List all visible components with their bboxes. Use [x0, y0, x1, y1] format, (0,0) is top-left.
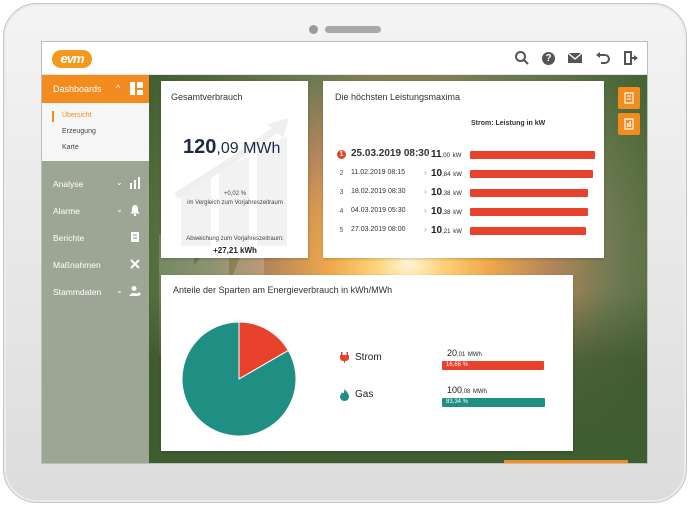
legend-gas: Gas [355, 389, 374, 400]
sidebar-item-label: Maßnahmen [53, 260, 101, 270]
sidebar-item-label: Stammdaten [53, 287, 102, 297]
sidebar-item-label: Dashboards [53, 84, 102, 94]
max-date: 18.02.2019 08:30 [351, 188, 406, 195]
maxima-row[interactable]: 2 11.02.2019 08:15 › 10,84 kW [335, 164, 603, 182]
rank-badge: 5 [339, 227, 344, 234]
strom-value: 20,01 MWh [447, 348, 482, 358]
deviation-label: Abweichung zum Vorjahreszeitraum: [186, 236, 284, 242]
max-value-bar [470, 189, 588, 197]
max-value: 10,38 kW [431, 187, 462, 198]
bell-icon [130, 205, 140, 216]
chevron-down-icon: ⌄ [116, 286, 123, 295]
maxima-row[interactable]: 5 27.03.2019 08:00 › 10,21 kW [335, 221, 603, 239]
chevron-down-icon: ⌄ [116, 205, 123, 214]
app-screen: evm ? Dashboards ^ Übersicht Erzeugung K… [41, 41, 648, 464]
strom-share-bar: 16,66 % [442, 361, 544, 370]
evm-logo[interactable]: evm [52, 50, 92, 68]
document-icon[interactable] [618, 87, 640, 109]
max-value-bar [470, 170, 594, 178]
change-text: im Vergleich zum Vorjahreszeitraum [187, 200, 283, 206]
anteile-card: Anteile der Sparten am Energieverbrauch … [161, 275, 573, 451]
chevron-down-icon: ⌄ [116, 178, 123, 187]
sidebar-item-berichte[interactable]: Berichte [42, 225, 149, 251]
column-header: Strom: Leistung in kW [471, 120, 546, 127]
max-value: 11,00 kW [431, 149, 462, 160]
sidebar-item-label: Berichte [53, 233, 85, 243]
dashboard-grid-icon [130, 82, 143, 95]
top-bar: evm ? [42, 42, 647, 75]
chevron-right-icon: › [424, 225, 427, 234]
sidebar-subitem-uebersicht[interactable]: Übersicht [62, 112, 92, 119]
legend-strom: Strom [355, 352, 382, 363]
sidebar-item-massnahmen[interactable]: Maßnahmen [42, 252, 149, 278]
top-toolbar: ? [514, 50, 639, 66]
search-icon[interactable] [514, 50, 530, 66]
rank-badge: 3 [339, 189, 344, 196]
dashboards-submenu: Übersicht Erzeugung Karte [42, 103, 149, 161]
max-date: 11.02.2019 08:15 [351, 169, 405, 176]
mail-icon[interactable] [567, 50, 583, 66]
sidebar-item-label: Analyse [53, 179, 84, 189]
gas-value: 100,08 MWh [447, 385, 487, 395]
max-value-bar [470, 208, 588, 216]
rank-badge: 1 [337, 150, 346, 159]
undo-icon[interactable] [595, 50, 611, 66]
camera-icon [309, 25, 318, 34]
leistungsmaxima-card: Die höchsten Leistungsmaxima Strom: Leis… [323, 81, 604, 258]
card-title: Gesamtverbrauch [171, 92, 243, 102]
card-title: Anteile der Sparten am Energieverbrauch … [173, 285, 393, 295]
max-date: 25.03.2019 08:30 [351, 148, 430, 159]
deviation-value: +27,21 kWh [213, 246, 257, 255]
chevron-up-icon: ^ [116, 83, 121, 93]
gas-share-bar: 83,34 % [442, 398, 545, 407]
sidebar-item-stammdaten[interactable]: Stammdaten ⌄ [42, 279, 149, 305]
maxima-row[interactable]: 1 25.03.2019 08:30 › 11,00 kW [335, 145, 603, 163]
tools-icon [130, 259, 140, 269]
flame-icon [340, 389, 349, 401]
sidebar: Dashboards ^ Übersicht Erzeugung Karte A… [42, 75, 149, 463]
sidebar-item-dashboards[interactable]: Dashboards ^ [42, 75, 149, 103]
chevron-right-icon: › [424, 187, 427, 196]
chevron-right-icon: › [426, 149, 429, 158]
max-value: 10,38 kW [431, 206, 462, 217]
max-value: 10,84 kW [431, 168, 462, 179]
plug-icon [340, 352, 349, 363]
sidebar-item-label: Alarme [53, 206, 80, 216]
rank-badge: 4 [339, 208, 344, 215]
bottom-accent [504, 460, 628, 463]
logout-icon[interactable] [623, 50, 639, 66]
pie-chart [181, 321, 297, 437]
sidebar-item-analyse[interactable]: Analyse ⌄ [42, 171, 149, 197]
help-icon[interactable]: ? [542, 51, 555, 65]
max-value: 10,21 kW [431, 225, 462, 236]
rank-badge: 2 [339, 170, 344, 177]
max-date: 27.03.2019 08:00 [351, 226, 406, 233]
max-date: 04.03.2019 05:30 [351, 207, 406, 214]
sidebar-item-alarme[interactable]: Alarme ⌄ [42, 198, 149, 224]
strom-share-label: 16,66 % [446, 362, 469, 368]
sidebar-subitem-karte[interactable]: Karte [62, 144, 79, 151]
maxima-row[interactable]: 3 18.02.2019 08:30 › 10,38 kW [335, 183, 603, 201]
max-value-bar [470, 227, 587, 235]
gesamtverbrauch-card: Gesamtverbrauch 120,09 MWh +0,02 % im Ve… [161, 81, 308, 258]
report-export-icon[interactable] [618, 113, 640, 135]
card-title: Die höchsten Leistungsmaxima [335, 92, 461, 102]
user-settings-icon [129, 286, 141, 296]
maxima-row[interactable]: 4 04.03.2019 05:30 › 10,38 kW [335, 202, 603, 220]
report-icon [131, 232, 139, 242]
change-percent: +0,02 % [223, 191, 247, 197]
gas-share-label: 83,34 % [446, 399, 469, 405]
max-value-bar [470, 151, 595, 159]
maxima-list: 1 25.03.2019 08:30 › 11,00 kW 2 11.02.2019 08… [335, 145, 603, 245]
chevron-right-icon: › [424, 168, 427, 177]
speaker-grille [325, 26, 381, 33]
total-consumption-value: 120,09 MWh [183, 136, 281, 158]
bar-chart-icon [130, 177, 140, 189]
chevron-right-icon: › [424, 206, 427, 215]
sidebar-subitem-erzeugung[interactable]: Erzeugung [62, 128, 96, 135]
active-indicator [52, 111, 54, 122]
